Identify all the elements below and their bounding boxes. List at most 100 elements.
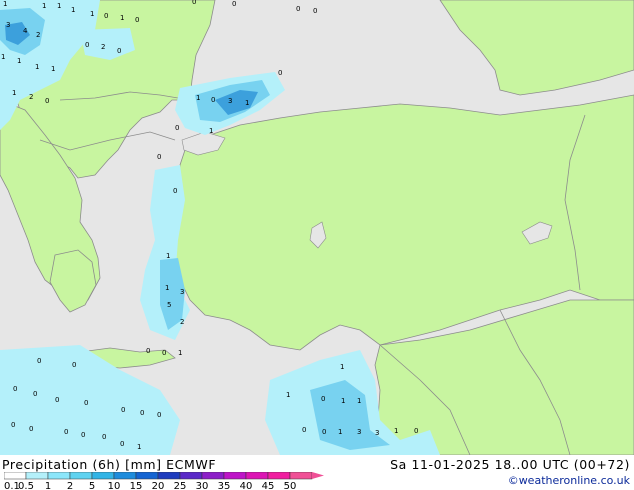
precip-value-label: 0 — [313, 7, 317, 15]
precip-value-label: 0 — [55, 396, 59, 404]
land-ukraine — [439, 0, 634, 96]
precip-value-label: 0 — [173, 187, 177, 195]
precip-value-label: 1 — [357, 397, 361, 405]
precip-value-label: 3 — [6, 21, 10, 29]
chart-title: Precipitation (6h) [mm] ECMWF — [2, 457, 217, 472]
precip-value-label: 0 — [11, 421, 15, 429]
precip-value-label: 1 — [137, 443, 141, 451]
precip-value-label: 1 — [35, 63, 39, 71]
precip-value-label: 0 — [321, 395, 325, 403]
precip-value-label: 0 — [120, 440, 124, 448]
color-scale-segment — [267, 472, 291, 480]
credit-link[interactable]: ©weatheronline.co.uk — [508, 474, 630, 487]
color-scale-segment — [201, 472, 225, 480]
color-scale-tick-label: 2 — [67, 481, 73, 490]
color-scale-bars — [4, 472, 324, 480]
precip-value-label: 0 — [146, 347, 150, 355]
map-area: 1111101000003420201111012010310100113520… — [0, 0, 634, 455]
precip-value-label: 3 — [180, 288, 184, 296]
precip-value-label: 0 — [84, 399, 88, 407]
color-scale-segment — [289, 472, 313, 480]
precip-value-label: 0 — [192, 0, 196, 6]
color-scale-tick-label: 10 — [108, 481, 121, 490]
precip-value-label: 1 — [340, 363, 344, 371]
bottom-bar: Precipitation (6h) [mm] ECMWF Sa 11-01-2… — [0, 455, 634, 490]
precip-value-label: 0 — [72, 361, 76, 369]
precip-value-label: 1 — [178, 349, 182, 357]
map-canvas: 1 1 1 1 1 0 1 00 00 034 20 2 01 11 1 01 2 0 1 0 3 10 10011 3520… — [0, 0, 634, 455]
precip-value-label: 0 — [135, 16, 139, 24]
precip-value-label: 1 — [245, 99, 249, 107]
precip-value-label: 0 — [157, 411, 161, 419]
precip-value-label: 0 — [85, 41, 89, 49]
precip-value-label: 0 — [278, 69, 282, 77]
precip-value-label: 1 — [3, 0, 7, 8]
precip-value-label: 3 — [228, 97, 232, 105]
precip-value-label: 4 — [23, 27, 28, 35]
color-scale-segment — [179, 472, 203, 480]
precip-value-label: 0 — [211, 96, 215, 104]
precip-value-label: 0 — [140, 409, 144, 417]
color-scale-segment — [47, 472, 71, 480]
color-scale-segment — [4, 472, 27, 480]
color-scale-tick-label: 20 — [152, 481, 165, 490]
color-scale-tick-label: 50 — [284, 481, 297, 490]
color-scale-arrow — [312, 472, 324, 479]
precip-value-label: 0 — [29, 425, 33, 433]
color-scale-tick-label: 30 — [196, 481, 209, 490]
precip-value-label: 0 — [175, 124, 179, 132]
precip-value-label: 0 — [232, 0, 236, 8]
precip-value-label: 1 — [166, 252, 170, 260]
precip-value-label: 3 — [357, 428, 361, 436]
color-scale-segment — [245, 472, 269, 480]
precip-value-label: 0 — [117, 47, 121, 55]
precip-value-label: 3 — [375, 429, 379, 437]
color-scale-legend: 0.10.5 1 2 5 10 15 20 25 30 35 40 45 50 — [4, 472, 324, 490]
precip-value-label: 2 — [180, 318, 184, 326]
precip-value-label: 1 — [338, 428, 342, 436]
color-scale-segment — [157, 472, 181, 480]
precip-value-label: 0 — [33, 390, 37, 398]
precip-value-label: 2 — [36, 31, 40, 39]
precip-value-label: 0 — [64, 428, 68, 436]
precip-value-label: 0 — [162, 349, 166, 357]
precip-value-label: 0 — [296, 5, 300, 13]
precip-value-label: 1 — [12, 89, 16, 97]
color-scale-segment — [91, 472, 115, 480]
precip-value-label: 1 — [394, 427, 398, 435]
precip-value-label: 1 — [42, 2, 46, 10]
color-scale-segment — [113, 472, 137, 480]
color-scale-tick-label: 15 — [130, 481, 143, 490]
precip-value-label: 1 — [57, 2, 61, 10]
color-scale-segment — [69, 472, 93, 480]
precip-value-label: 0 — [104, 12, 108, 20]
color-scale-tick-label: 1 — [45, 481, 51, 490]
precip-value-label: 1 — [341, 397, 345, 405]
precip-value-label: 0 — [81, 431, 85, 439]
precip-value-label: 0 — [102, 433, 106, 441]
precip-value-label: 0 — [322, 428, 326, 436]
precip-value-label: 0 — [13, 385, 17, 393]
precip-value-label: 0 — [414, 427, 418, 435]
precip-value-label: 0 — [121, 406, 125, 414]
precip-value-label: 2 — [101, 43, 105, 51]
color-scale-tick-label: 40 — [240, 481, 253, 490]
color-scale-segment — [25, 472, 49, 480]
precip-value-label: 1 — [120, 14, 124, 22]
precip-value-label: 1 — [1, 53, 5, 61]
color-scale-segment — [135, 472, 159, 480]
precip-value-label: 0 — [157, 153, 161, 161]
precip-value-label: 1 — [196, 94, 200, 102]
precip-value-label: 1 — [165, 284, 169, 292]
valid-datetime: Sa 11-01-2025 18..00 UTC (00+72) — [390, 457, 630, 472]
precip-value-label: 0 — [45, 97, 49, 105]
precip-value-label: 1 — [90, 10, 94, 18]
precip-value-label: 0 — [37, 357, 41, 365]
precip-value-label: 2 — [29, 93, 33, 101]
precip-value-label: 0 — [302, 426, 306, 434]
precip-value-label: 1 — [51, 65, 55, 73]
color-scale-tick-label: 5 — [89, 481, 95, 490]
color-scale-tick-label: 45 — [262, 481, 275, 490]
precip-value-label: 1 — [17, 57, 21, 65]
color-scale-ticks: 0.10.5 1 2 5 10 15 20 25 30 35 40 45 50 — [4, 481, 296, 490]
